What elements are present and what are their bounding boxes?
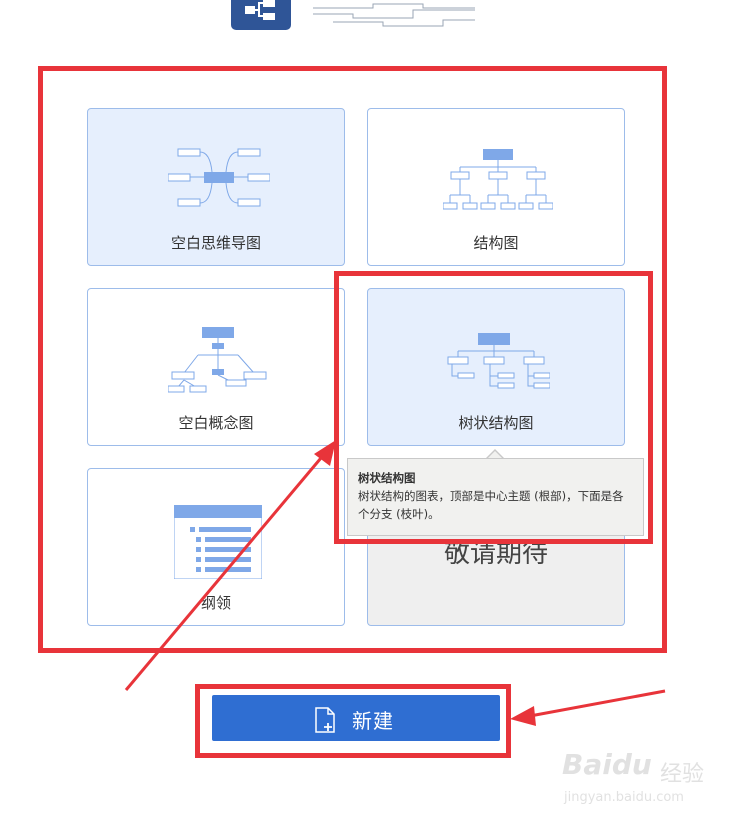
tree-chart-highlight bbox=[334, 271, 653, 544]
template-card-mindmap[interactable]: 空白思维导图 bbox=[87, 108, 345, 266]
template-label: 空白概念图 bbox=[178, 414, 254, 432]
watermark-text: 经验 bbox=[660, 762, 705, 787]
outline-icon bbox=[174, 505, 262, 579]
new-button[interactable]: 新建 bbox=[212, 695, 500, 741]
app-logo-icon bbox=[231, 0, 291, 30]
org-chart-icon bbox=[443, 149, 553, 210]
template-card-concept-map[interactable]: 空白概念图 bbox=[87, 288, 345, 446]
baidu-watermark: Baidu 经验 jingyan.baidu.com bbox=[562, 748, 732, 808]
template-card-outline[interactable]: 纲领 bbox=[87, 468, 345, 626]
watermark-url: jingyan.baidu.com bbox=[564, 790, 684, 805]
mindmap-icon bbox=[168, 148, 270, 207]
template-label: 空白思维导图 bbox=[170, 234, 261, 252]
template-label: 纲领 bbox=[200, 594, 231, 612]
template-card-structure[interactable]: 结构图 bbox=[367, 108, 625, 266]
watermark-logo: Baidu bbox=[562, 748, 652, 781]
new-file-icon bbox=[315, 706, 335, 733]
concept-map-icon bbox=[168, 327, 267, 393]
banner-decoration bbox=[313, 3, 475, 27]
template-label: 结构图 bbox=[473, 234, 519, 252]
new-button-label: 新建 bbox=[352, 709, 394, 733]
